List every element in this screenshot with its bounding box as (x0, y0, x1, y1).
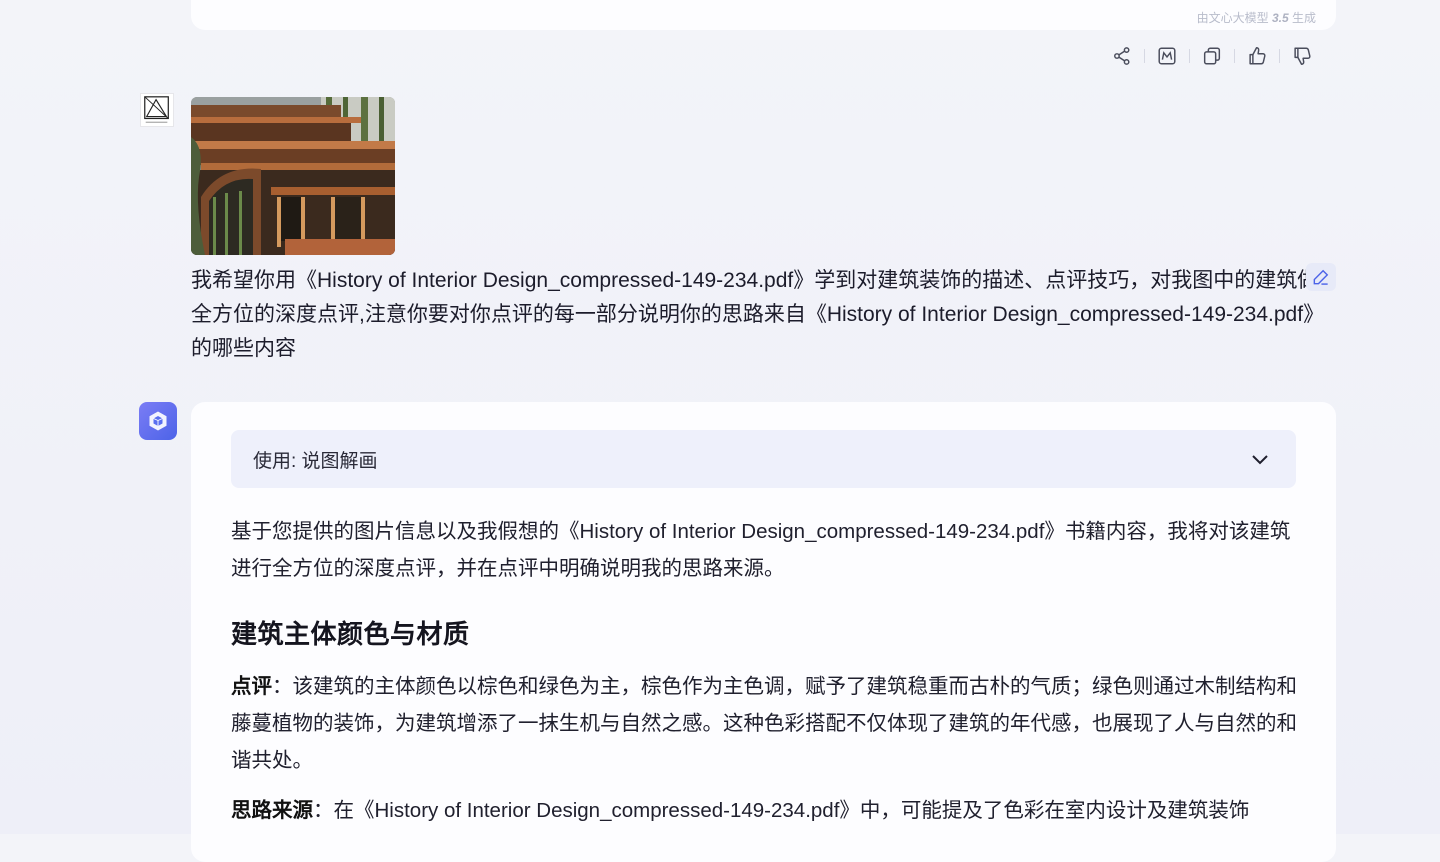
assistant-avatar (139, 402, 177, 440)
chevron-down-icon[interactable] (1248, 447, 1272, 471)
source-text: ：在《History of Interior Design_compressed… (313, 799, 1250, 822)
user-avatar (140, 93, 174, 127)
previous-answer-card: 由文心大模型 3.5 生成 (191, 0, 1336, 30)
user-avatar-logo (144, 96, 169, 123)
plugin-usage-toggle[interactable]: 使用: 说图解画 (231, 430, 1296, 488)
divider (1279, 49, 1280, 63)
review-text: ：该建筑的主体颜色以棕色和绿色为主，棕色作为主色调，赋予了建筑稳重而古朴的气质；… (231, 675, 1297, 772)
source-paragraph: 思路来源：在《History of Interior Design_compre… (231, 792, 1301, 829)
review-paragraph: 点评：该建筑的主体颜色以棕色和绿色为主，棕色作为主色调，赋予了建筑稳重而古朴的气… (231, 668, 1301, 779)
edit-message-button[interactable] (1306, 263, 1336, 291)
share-icon[interactable] (1108, 42, 1136, 70)
mindmap-icon[interactable] (1153, 42, 1181, 70)
answer-body: 基于您提供的图片信息以及我假想的《History of Interior Des… (231, 513, 1301, 842)
generated-by-note: 由文心大模型 3.5 生成 (1196, 11, 1316, 25)
divider (1144, 49, 1145, 63)
copy-icon[interactable] (1198, 42, 1226, 70)
divider (1189, 49, 1190, 63)
plugin-label: 使用: 说图解画 (253, 450, 378, 472)
uploaded-building-image[interactable] (191, 97, 395, 255)
source-label: 思路来源 (231, 799, 313, 822)
pencil-icon (1313, 269, 1329, 285)
answer-intro: 基于您提供的图片信息以及我假想的《History of Interior Des… (231, 520, 1291, 580)
thumbs-up-icon[interactable] (1243, 42, 1271, 70)
section-heading: 建筑主体颜色与材质 (231, 619, 470, 649)
assistant-answer-card: 使用: 说图解画 基于您提供的图片信息以及我假想的《History of Int… (191, 402, 1336, 862)
message-action-bar (1108, 42, 1328, 70)
divider (1234, 49, 1235, 63)
review-label: 点评 (231, 675, 272, 698)
thumbs-down-icon[interactable] (1288, 42, 1316, 70)
user-message-text: 我希望你用《History of Interior Design_compres… (191, 269, 1325, 360)
cube-logo-icon (149, 411, 167, 431)
